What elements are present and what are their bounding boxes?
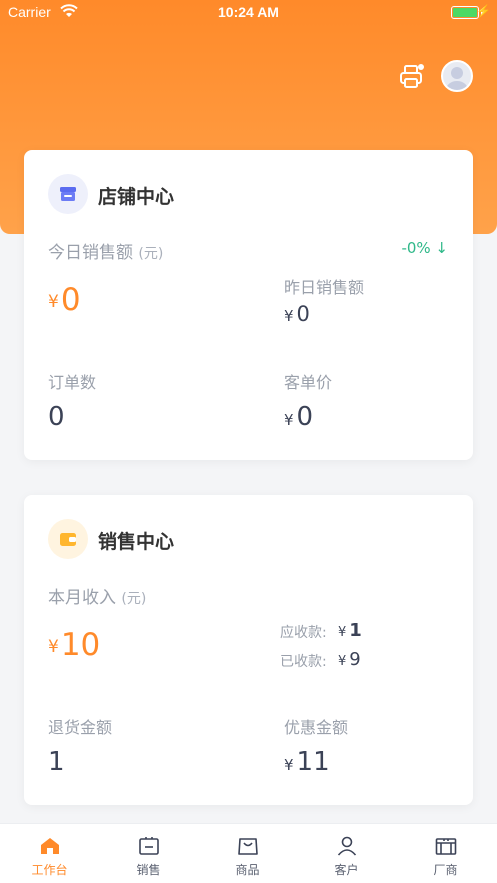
- status-bar: Carrier 10:24 AM ⚡: [0, 0, 497, 26]
- printer-icon[interactable]: [397, 62, 427, 92]
- receivable-value: ¥1: [338, 620, 362, 641]
- tab-label: 工作台: [31, 863, 68, 877]
- tab-label: 商品: [235, 863, 260, 877]
- sales-icon: [139, 837, 159, 855]
- bottom-tab-bar: 工作台 销售 商品 客户 厂商: [0, 823, 497, 883]
- tab-label: 客户: [334, 863, 359, 877]
- month-income-unit: (元): [121, 591, 147, 607]
- home-icon: [41, 838, 59, 854]
- month-income-value: ¥10: [48, 627, 101, 663]
- discount-label: 优惠金额: [284, 718, 349, 737]
- today-sales-label: 今日销售额 (元): [48, 243, 164, 263]
- sales-center-card: 销售中心 本月收入 (元) ¥10 应收款: ¥1 已收款: ¥9 退货金额 1…: [24, 495, 473, 805]
- wallet-icon: [48, 519, 88, 559]
- tab-products[interactable]: 商品: [198, 824, 297, 883]
- today-sales-value: ¥0: [48, 282, 81, 318]
- orders-label: 订单数: [48, 373, 97, 392]
- refund-value: 1: [48, 747, 65, 777]
- today-sales-unit: (元): [138, 246, 164, 262]
- tab-label: 销售: [136, 863, 161, 877]
- tab-workbench[interactable]: 工作台: [0, 824, 99, 883]
- tab-customers[interactable]: 客户: [297, 824, 396, 883]
- tab-vendors[interactable]: 厂商: [396, 824, 495, 883]
- yesterday-sales-value: ¥0: [284, 302, 310, 326]
- factory-icon: [435, 838, 457, 855]
- received-label: 已收款:: [280, 654, 327, 670]
- status-time: 10:24 AM: [218, 4, 279, 20]
- avg-price-value: ¥0: [284, 402, 314, 432]
- discount-value: ¥11: [284, 747, 330, 777]
- refund-label: 退货金额: [48, 718, 113, 737]
- receivable-label: 应收款:: [280, 625, 327, 641]
- month-income-label: 本月收入 (元): [48, 588, 147, 608]
- store-icon: [48, 174, 88, 214]
- received-value: ¥9: [338, 649, 361, 670]
- tab-label: 厂商: [433, 863, 458, 877]
- avg-price-label: 客单价: [284, 373, 333, 392]
- store-center-card: 店铺中心 今日销售额 (元) -0% ↓ ¥0 昨日销售额 ¥0 订单数 0 客…: [24, 150, 473, 460]
- user-icon: [337, 836, 357, 856]
- sales-center-title: 销售中心: [98, 531, 175, 553]
- bag-icon: [238, 838, 258, 855]
- avatar[interactable]: [441, 60, 473, 92]
- sales-change-indicator: -0% ↓: [401, 239, 448, 257]
- charging-icon: ⚡: [476, 4, 491, 18]
- tab-sales[interactable]: 销售: [99, 824, 198, 883]
- battery-icon: [451, 6, 483, 19]
- orders-value: 0: [48, 402, 65, 432]
- yesterday-sales-label: 昨日销售额: [284, 278, 365, 297]
- store-center-title: 店铺中心: [98, 186, 175, 208]
